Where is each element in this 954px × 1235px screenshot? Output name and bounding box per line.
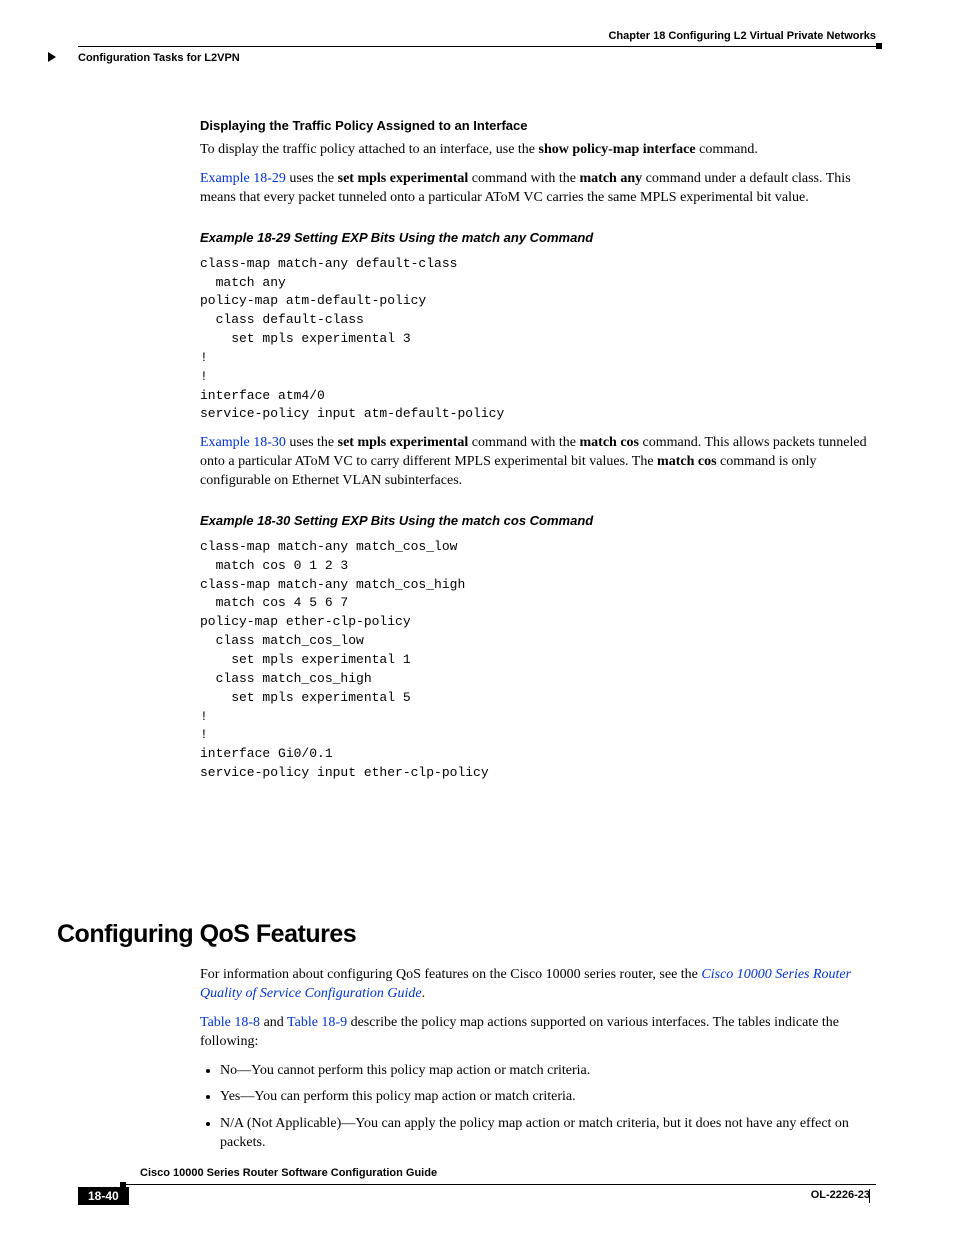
example-link[interactable]: Example 18-30 <box>200 435 286 450</box>
code-block: class-map match-any match_cos_low match … <box>200 538 876 783</box>
footer-tick-icon <box>869 1189 876 1203</box>
text: uses the <box>286 435 338 450</box>
text: command. <box>696 142 758 157</box>
text: command with the <box>468 435 579 450</box>
footer-book-title: Cisco 10000 Series Router Software Confi… <box>140 1167 437 1179</box>
text: To display the traffic policy attached t… <box>200 142 539 157</box>
subsection-title: Displaying the Traffic Policy Assigned t… <box>200 118 876 133</box>
text: command with the <box>468 171 579 186</box>
command-name: set mpls experimental <box>338 171 469 186</box>
bullet-list: No—You cannot perform this policy map ac… <box>200 1062 876 1154</box>
command-name: match cos <box>657 454 717 469</box>
paragraph: To display the traffic policy attached t… <box>200 141 876 160</box>
header-section: Configuration Tasks for L2VPN <box>78 52 240 64</box>
table-link[interactable]: Table 18-8 <box>200 1015 260 1030</box>
text: uses the <box>286 171 338 186</box>
paragraph: Example 18-29 uses the set mpls experime… <box>200 170 876 208</box>
header-rule <box>78 46 876 47</box>
paragraph: Table 18-8 and Table 18-9 describe the p… <box>200 1014 876 1052</box>
text: . <box>422 986 426 1001</box>
text: For information about configuring QoS fe… <box>200 967 701 982</box>
paragraph: For information about configuring QoS fe… <box>200 966 876 1004</box>
command-name: show policy-map interface <box>539 142 696 157</box>
section-heading: Configuring QoS Features <box>57 920 356 949</box>
footer-rule <box>126 1184 876 1185</box>
header-chapter: Chapter 18 Configuring L2 Virtual Privat… <box>608 30 876 42</box>
example-link[interactable]: Example 18-29 <box>200 171 286 186</box>
header-square-icon <box>876 43 882 49</box>
text: and <box>260 1015 287 1030</box>
paragraph: Example 18-30 uses the set mpls experime… <box>200 434 876 491</box>
list-item: N/A (Not Applicable)—You can apply the p… <box>220 1115 876 1153</box>
example-title: Example 18-29 Setting EXP Bits Using the… <box>200 230 876 245</box>
list-item: No—You cannot perform this policy map ac… <box>220 1062 876 1081</box>
example-title: Example 18-30 Setting EXP Bits Using the… <box>200 513 876 528</box>
command-name: match any <box>580 171 643 186</box>
document-id: OL-2226-23 <box>811 1189 870 1201</box>
table-link[interactable]: Table 18-9 <box>287 1015 347 1030</box>
command-name: set mpls experimental <box>338 435 469 450</box>
header-arrow-icon <box>48 52 56 62</box>
list-item: Yes—You can perform this policy map acti… <box>220 1088 876 1107</box>
page-number: 18-40 <box>78 1187 129 1205</box>
command-name: match cos <box>580 435 640 450</box>
code-block: class-map match-any default-class match … <box>200 255 876 425</box>
